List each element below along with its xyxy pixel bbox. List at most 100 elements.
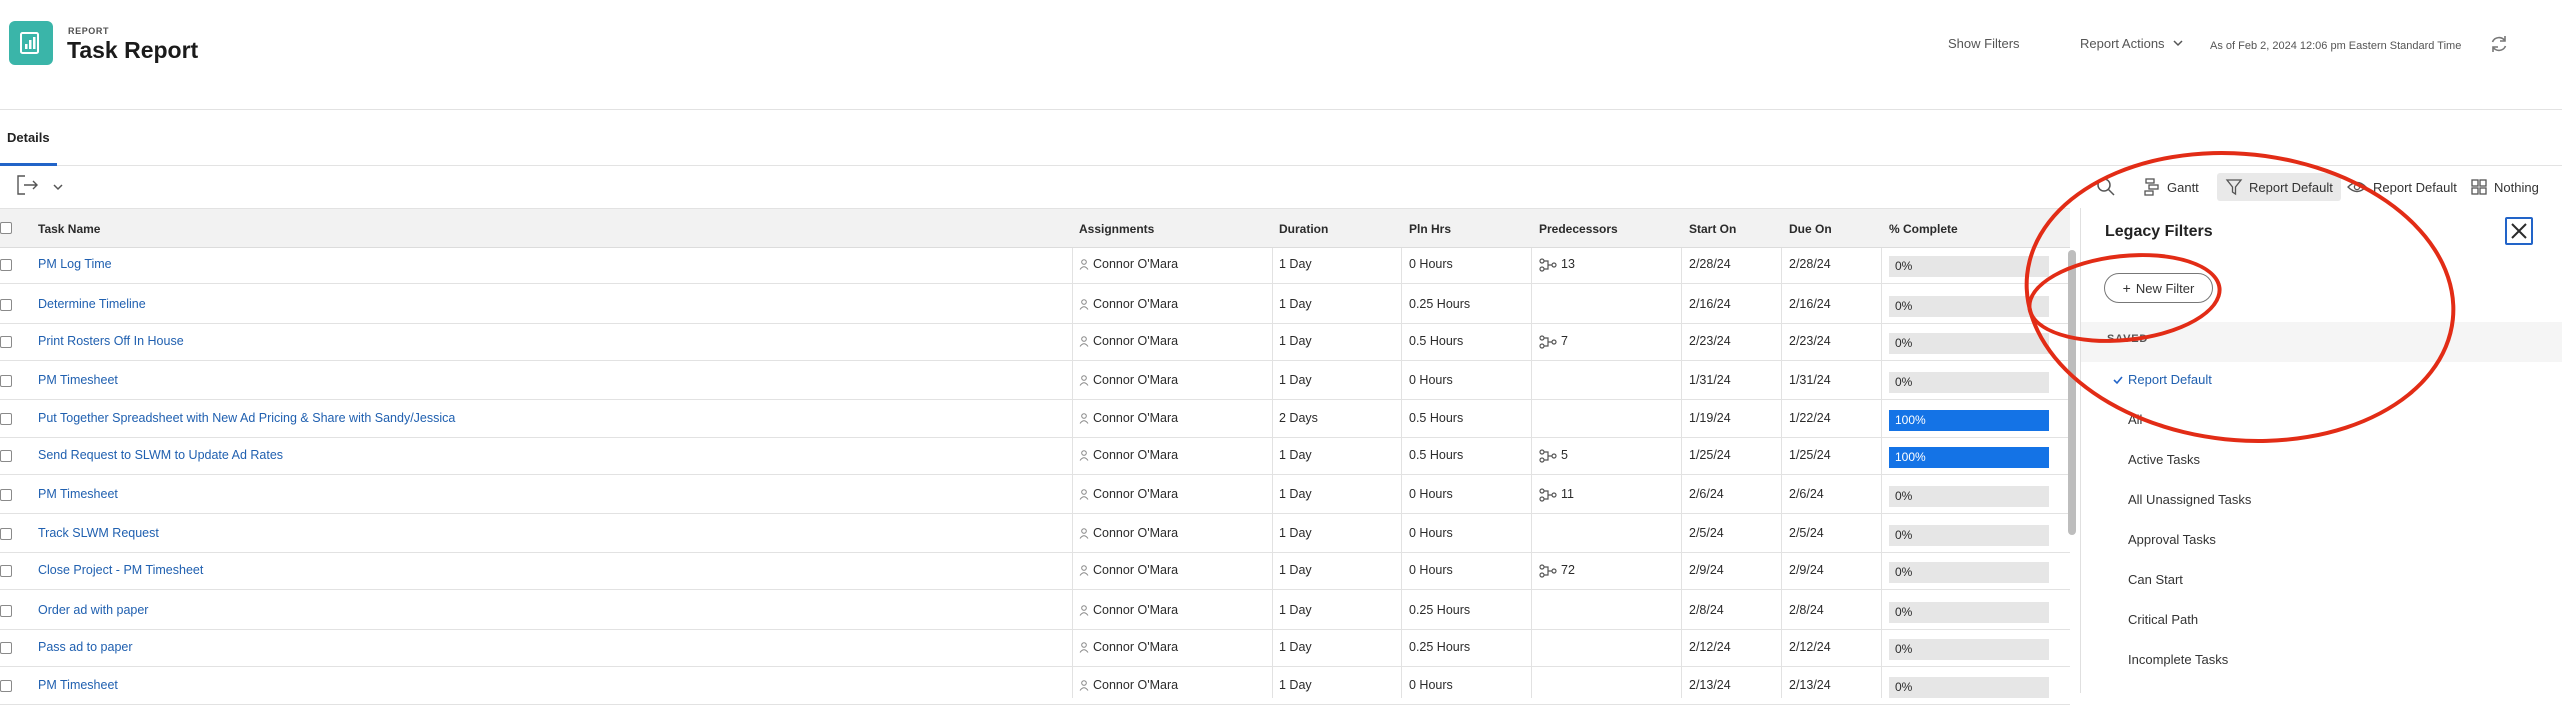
saved-filter-item[interactable]: Incomplete Tasks <box>2128 652 2228 667</box>
assignment-cell[interactable]: Connor O'Mara <box>1079 553 1178 590</box>
task-name-link[interactable]: PM Log Time <box>38 247 112 284</box>
refresh-icon[interactable] <box>2488 33 2510 55</box>
column-header[interactable]: Task Name <box>38 222 100 236</box>
assignee-name: Connor O'Mara <box>1093 448 1179 462</box>
table-row[interactable]: Determine Timeline Connor O'Mara 1 Day 0.25… <box>0 287 2070 324</box>
row-checkbox[interactable] <box>0 680 12 692</box>
duration-cell: 1 Day <box>1279 487 1312 501</box>
column-header[interactable]: Due On <box>1789 222 1832 236</box>
view-label: Report Default <box>2373 179 2457 195</box>
row-checkbox[interactable] <box>0 642 12 654</box>
grouping-button[interactable]: Nothing <box>2470 173 2539 201</box>
row-checkbox[interactable] <box>0 605 12 617</box>
saved-filter-item[interactable]: Active Tasks <box>2128 452 2200 467</box>
task-name-link[interactable]: Close Project - PM Timesheet <box>38 553 203 590</box>
row-checkbox[interactable] <box>0 375 12 387</box>
task-name-link[interactable]: PM Timesheet <box>38 477 118 514</box>
start-date-cell: 1/25/24 <box>1689 448 1731 462</box>
assignment-cell[interactable]: Connor O'Mara <box>1079 401 1178 438</box>
task-name-link[interactable]: Send Request to SLWM to Update Ad Rates <box>38 438 283 475</box>
assignee-name: Connor O'Mara <box>1093 640 1179 654</box>
table-row[interactable]: Print Rosters Off In House Connor O'Mara 1… <box>0 324 2070 361</box>
percent-complete-bar: 0% <box>1889 333 2049 354</box>
assignment-cell[interactable]: Connor O'Mara <box>1079 516 1178 553</box>
task-name-link[interactable]: Put Together Spreadsheet with New Ad Pri… <box>38 401 455 438</box>
predecessor-icon <box>1539 335 1557 349</box>
show-filters-button[interactable]: Show Filters <box>1948 36 2020 51</box>
assignment-cell[interactable]: Connor O'Mara <box>1079 593 1178 630</box>
start-date-cell: 2/5/24 <box>1689 526 1724 540</box>
duration-cell: 1 Day <box>1279 297 1312 311</box>
assignee-name: Connor O'Mara <box>1093 411 1179 425</box>
saved-filter-item[interactable]: Critical Path <box>2128 612 2198 627</box>
column-header[interactable]: Assignments <box>1079 222 1154 236</box>
user-icon <box>1079 528 1089 540</box>
table-row[interactable]: PM Timesheet Connor O'Mara 1 Day 0 Hours 2/1… <box>0 668 2070 705</box>
row-checkbox[interactable] <box>0 489 12 501</box>
assignment-cell[interactable]: Connor O'Mara <box>1079 324 1178 361</box>
table-row[interactable]: Pass ad to paper Connor O'Mara 1 Day 0.25 H… <box>0 630 2070 667</box>
row-checkbox[interactable] <box>0 528 12 540</box>
task-name-link[interactable]: Order ad with paper <box>38 593 148 630</box>
table-row[interactable]: Send Request to SLWM to Update Ad Rates C… <box>0 438 2070 475</box>
table-row[interactable]: Close Project - PM Timesheet Connor O'Mar… <box>0 553 2070 590</box>
assignment-cell[interactable]: Connor O'Mara <box>1079 668 1178 705</box>
planned-hours-cell: 0.25 Hours <box>1409 640 1471 654</box>
planned-hours-cell: 0 Hours <box>1409 487 1453 501</box>
saved-filter-item[interactable]: Can Start <box>2128 572 2183 587</box>
task-name-link[interactable]: PM Timesheet <box>38 668 118 705</box>
duration-cell: 1 Day <box>1279 526 1312 540</box>
export-icon[interactable] <box>16 174 40 196</box>
assignment-cell[interactable]: Connor O'Mara <box>1079 630 1178 667</box>
table-row[interactable]: PM Log Time Connor O'Mara 1 Day 0 Hours 13 2/… <box>0 247 2070 284</box>
close-panel-button[interactable] <box>2505 217 2533 245</box>
row-checkbox[interactable] <box>0 565 12 577</box>
column-header[interactable]: Pln Hrs <box>1409 222 1451 236</box>
report-actions-button[interactable]: Report Actions <box>2080 36 2184 51</box>
percent-complete-bar: 0% <box>1889 677 2049 698</box>
predecessor-number: 5 <box>1561 448 1568 462</box>
tab-details[interactable]: Details <box>0 124 57 166</box>
select-all-checkbox[interactable] <box>0 222 12 234</box>
saved-filter-item[interactable]: Approval Tasks <box>2128 532 2216 547</box>
column-header[interactable]: Start On <box>1689 222 1736 236</box>
duration-cell: 1 Day <box>1279 640 1312 654</box>
task-name-link[interactable]: PM Timesheet <box>38 363 118 400</box>
task-name-link[interactable]: Print Rosters Off In House <box>38 324 184 361</box>
report-logo-icon <box>9 21 53 65</box>
assignment-cell[interactable]: Connor O'Mara <box>1079 438 1178 475</box>
column-header[interactable]: % Complete <box>1889 222 1958 236</box>
percent-complete-label: 0% <box>1895 642 1913 656</box>
task-name-link[interactable]: Pass ad to paper <box>38 630 133 667</box>
planned-hours-cell: 0.25 Hours <box>1409 603 1471 617</box>
row-checkbox[interactable] <box>0 413 12 425</box>
table-header: Task Name Assignments Duration Pln Hrs P… <box>0 208 2070 248</box>
as-of-timestamp: As of Feb 2, 2024 12:06 pm Eastern Stand… <box>2210 40 2462 52</box>
task-name-link[interactable]: Track SLWM Request <box>38 516 159 553</box>
row-checkbox[interactable] <box>0 259 12 271</box>
predecessors-cell: 7 <box>1539 324 1568 361</box>
assignee-name: Connor O'Mara <box>1093 563 1179 577</box>
start-date-cell: 2/6/24 <box>1689 487 1724 501</box>
table-row[interactable]: Track SLWM Request Connor O'Mara 1 Day 0 Ho… <box>0 516 2070 553</box>
task-name-link[interactable]: Determine Timeline <box>38 287 146 324</box>
assignment-cell[interactable]: Connor O'Mara <box>1079 363 1178 400</box>
duration-cell: 1 Day <box>1279 603 1312 617</box>
chevron-down-icon[interactable] <box>52 180 64 192</box>
saved-filter-item[interactable]: All Unassigned Tasks <box>2128 492 2251 507</box>
assignment-cell[interactable]: Connor O'Mara <box>1079 287 1178 324</box>
column-header[interactable]: Duration <box>1279 222 1328 236</box>
table-row[interactable]: Order ad with paper Connor O'Mara 1 Day 0.2… <box>0 593 2070 630</box>
row-checkbox[interactable] <box>0 336 12 348</box>
user-icon <box>1079 489 1089 501</box>
row-checkbox[interactable] <box>0 299 12 311</box>
due-date-cell: 1/31/24 <box>1789 373 1831 387</box>
start-date-cell: 2/16/24 <box>1689 297 1731 311</box>
table-row[interactable]: PM Timesheet Connor O'Mara 1 Day 0 Hours 11 2… <box>0 477 2070 514</box>
table-row[interactable]: Put Together Spreadsheet with New Ad Pri… <box>0 401 2070 438</box>
column-header[interactable]: Predecessors <box>1539 222 1618 236</box>
assignment-cell[interactable]: Connor O'Mara <box>1079 477 1178 514</box>
table-row[interactable]: PM Timesheet Connor O'Mara 1 Day 0 Hours 1/3… <box>0 363 2070 400</box>
assignment-cell[interactable]: Connor O'Mara <box>1079 247 1178 284</box>
row-checkbox[interactable] <box>0 450 12 462</box>
